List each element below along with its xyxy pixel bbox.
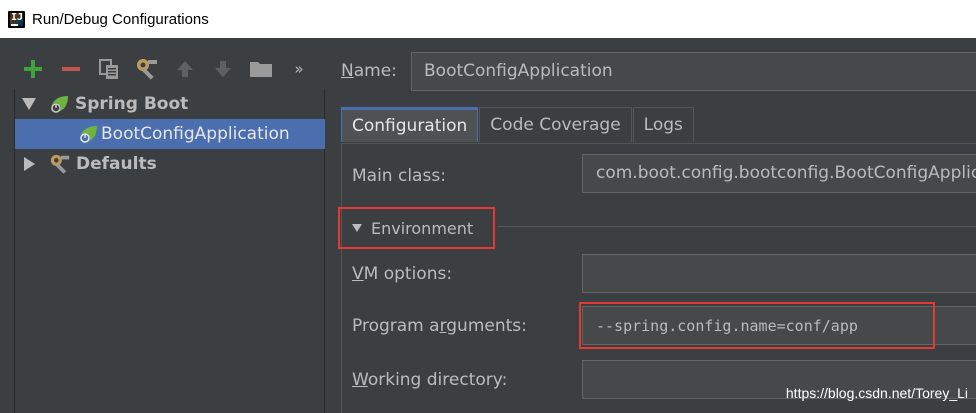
config-toolbar: » (14, 52, 318, 86)
tree-node-defaults[interactable]: Defaults (15, 149, 325, 179)
triangle-down-icon (352, 224, 362, 232)
arrow-down-icon (215, 61, 231, 77)
mnemonic-char: N (341, 61, 354, 81)
environment-label: Environment (371, 218, 474, 238)
main-class-input[interactable]: com.boot.config.bootconfig.BootConfigApp… (582, 154, 976, 193)
tree-node-boot-config-application[interactable]: BootConfigApplication (15, 119, 325, 149)
window-title: Run/Debug Configurations (32, 10, 209, 28)
plus-icon (24, 60, 42, 78)
spring-boot-icon (80, 126, 97, 143)
tree-label-defaults: Defaults (76, 154, 157, 174)
environment-section-toggle[interactable]: Environment (338, 207, 495, 249)
remove-configuration-button[interactable] (52, 52, 90, 86)
vm-options-label: VM options: (352, 264, 452, 284)
copy-configuration-button[interactable] (90, 52, 128, 86)
more-chevron-icon: » (294, 60, 304, 78)
program-arguments-label-pre: Program a (352, 316, 440, 336)
program-arguments-label: Program arguments: (352, 316, 527, 336)
create-folder-button[interactable] (242, 52, 280, 86)
spring-boot-icon (51, 96, 68, 113)
main-class-label: Main class: (352, 166, 446, 186)
watermark: https://blog.csdn.net/Torey_Li (785, 385, 968, 401)
copy-icon (99, 59, 118, 79)
tab-configuration[interactable]: Configuration (341, 107, 479, 142)
more-actions-button[interactable]: » (280, 52, 318, 86)
tab-logs[interactable]: Logs (632, 107, 694, 142)
expand-arrow-icon[interactable] (22, 98, 36, 110)
vm-options-input[interactable] (582, 254, 976, 293)
folder-icon (250, 62, 272, 77)
tree-label-spring-boot: Spring Boot (75, 94, 189, 114)
working-directory-label: Working directory: (352, 370, 507, 390)
wrench-icon (137, 59, 157, 80)
move-up-button[interactable] (166, 52, 204, 86)
wrench-icon (50, 154, 70, 174)
highlight-box (579, 302, 935, 349)
vm-options-label-text: M options: (363, 264, 453, 284)
move-down-button[interactable] (204, 52, 242, 86)
name-label-text: ame: (353, 61, 397, 81)
name-label: Name: (341, 61, 397, 81)
tree-label-boot-config-application: BootConfigApplication (101, 124, 290, 144)
mnemonic-char: W (352, 370, 368, 390)
program-arguments-label-post: guments: (446, 316, 527, 336)
tab-code-coverage[interactable]: Code Coverage (479, 107, 632, 142)
edit-defaults-button[interactable] (128, 52, 166, 86)
minus-icon (62, 67, 80, 71)
working-directory-label-text: orking directory: (367, 370, 508, 390)
add-configuration-button[interactable] (14, 52, 52, 86)
intellij-logo-icon: IJ (8, 10, 25, 28)
arrow-up-icon (177, 61, 193, 77)
title-bar: IJ Run/Debug Configurations (0, 0, 976, 38)
mnemonic-char: V (352, 264, 364, 284)
section-divider (497, 226, 976, 227)
collapse-arrow-icon[interactable] (24, 157, 35, 171)
config-tabs: Configuration Code Coverage Logs (341, 107, 695, 143)
configuration-tree: Spring Boot BootConfigApplication Defaul… (14, 89, 325, 413)
tree-node-spring-boot[interactable]: Spring Boot (15, 89, 325, 119)
name-input[interactable]: BootConfigApplication (411, 52, 976, 91)
